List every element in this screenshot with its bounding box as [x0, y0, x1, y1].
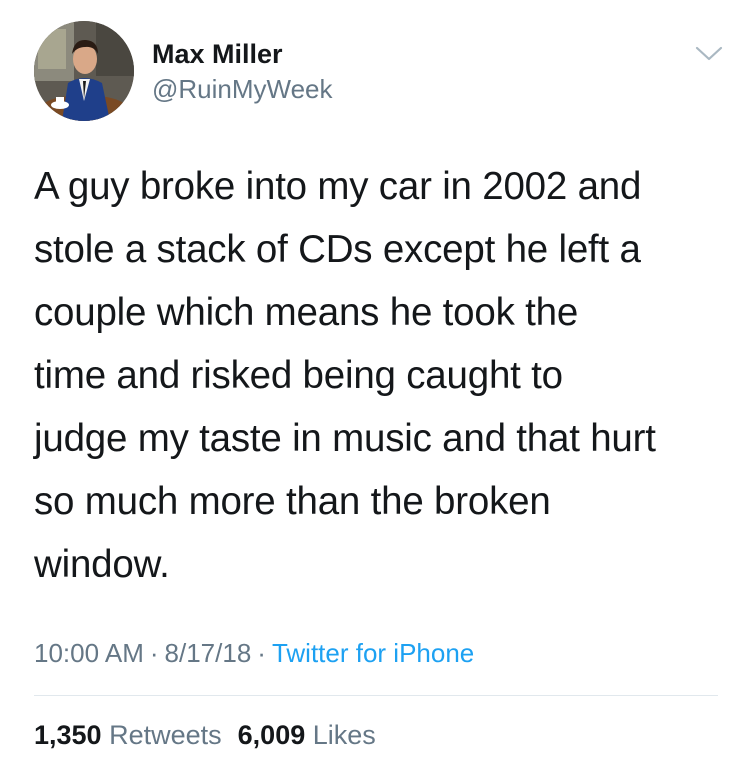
tweet-text-line: time and risked being caught to: [34, 354, 563, 397]
retweets-count: 1,350: [34, 720, 102, 750]
avatar[interactable]: [34, 21, 134, 121]
user-display-name[interactable]: Max Miller: [152, 38, 283, 70]
user-handle[interactable]: @RuinMyWeek: [152, 74, 333, 104]
tweet-source-link[interactable]: Twitter for iPhone: [272, 638, 474, 668]
tweet-date[interactable]: 8/17/18: [165, 638, 252, 668]
tweet-text-line: so much more than the broken: [34, 480, 551, 523]
meta-separator: ·: [149, 638, 159, 668]
tweet-text-line: judge my taste in music and that hurt: [34, 417, 656, 460]
tweet-text-line: couple which means he took the: [34, 291, 579, 334]
tweet-text-line: A guy broke into my car in 2002 and: [34, 165, 642, 208]
tweet-card: Max Miller @RuinMyWeek A guy broke into …: [0, 0, 750, 771]
meta-separator: ·: [257, 638, 266, 668]
likes-label: Likes: [312, 720, 376, 750]
chevron-down-icon[interactable]: [694, 42, 724, 64]
retweets-label: Retweets: [109, 720, 222, 750]
tweet-stats: 1,350 Retweets 6,009 Likes: [34, 718, 376, 752]
retweets-stat[interactable]: 1,350 Retweets: [34, 720, 222, 750]
likes-stat[interactable]: 6,009 Likes: [238, 720, 376, 750]
tweet-time[interactable]: 10:00 AM: [34, 638, 144, 668]
tweet-text: A guy broke into my car in 2002 and stol…: [34, 155, 724, 596]
tweet-text-line: window.: [34, 543, 170, 586]
likes-count: 6,009: [237, 720, 306, 750]
divider: [34, 695, 718, 696]
tweet-meta: 10:00 AM · 8/17/18 · Twitter for iPhone: [34, 636, 474, 670]
tweet-text-line: stole a stack of CDs except he left a: [34, 228, 641, 271]
profile-photo-icon: [34, 21, 134, 121]
